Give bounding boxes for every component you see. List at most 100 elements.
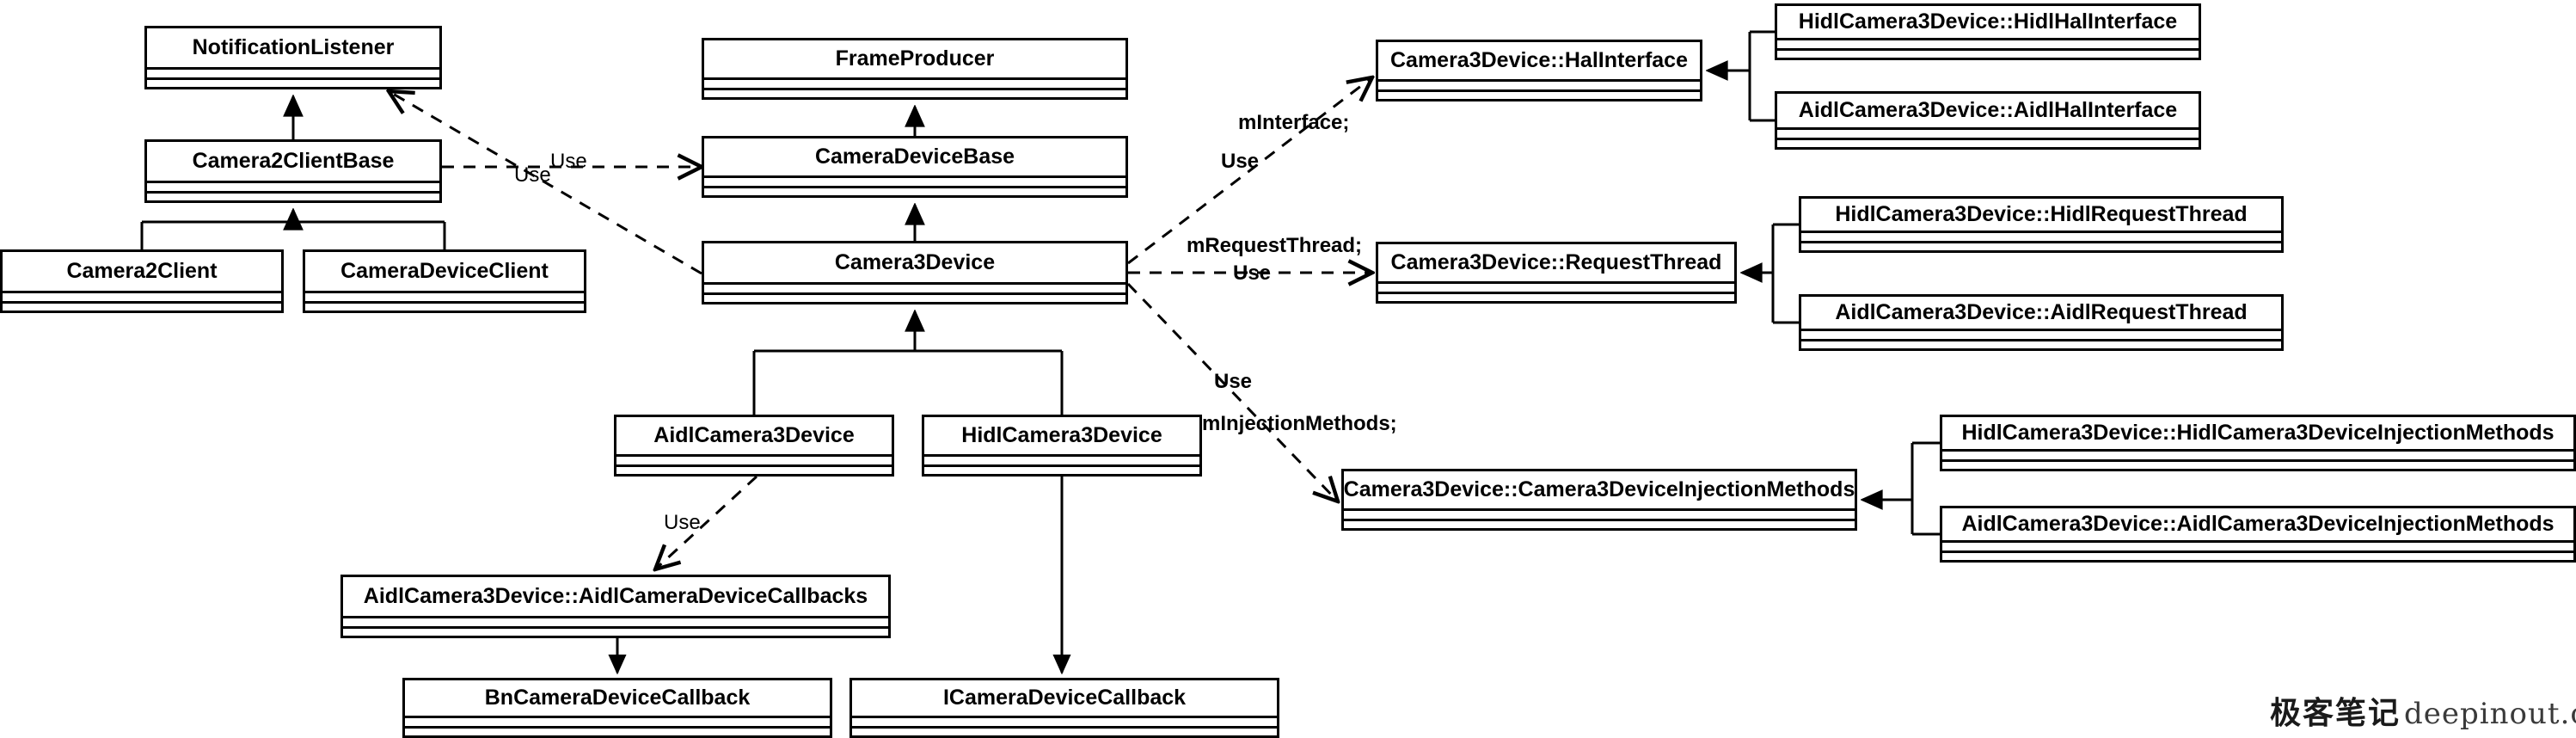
attributes-compartment (616, 454, 892, 464)
attributes-compartment (343, 616, 888, 626)
edge-injectionmethods-subclasses (1862, 441, 1940, 536)
operations-compartment (1942, 550, 2573, 560)
class-node-hidl-camera3-device[interactable]: HidlCamera3Device (922, 415, 1202, 477)
attributes-compartment (1344, 508, 1855, 519)
edge-label-use-hal-interface: Use (1221, 150, 1260, 173)
operations-compartment (616, 464, 892, 474)
edge-requestthread-subclasses (1742, 223, 1799, 324)
class-title: Camera3Device (834, 249, 996, 274)
class-node-bn-camera-device-callback[interactable]: BnCameraDeviceCallback (402, 678, 832, 738)
attributes-compartment (924, 454, 1199, 464)
edge-label-use-injection-methods: Use (1214, 370, 1253, 393)
operations-compartment (704, 186, 1125, 195)
edge-label-use-aidl-callbacks: Use (664, 511, 701, 534)
attributes-compartment (1378, 281, 1734, 292)
operations-compartment (1777, 48, 2199, 58)
class-node-aidl-request-thread[interactable]: AidlCamera3Device::AidlRequestThread (1799, 294, 2284, 351)
class-node-hidl-hal-interface[interactable]: HidlCamera3Device::HidlHalInterface (1775, 3, 2201, 60)
edge-label-m-interface: mInterface; (1238, 111, 1350, 134)
operations-compartment (1801, 241, 2281, 250)
class-title: HidlCamera3Device::HidlCamera3DeviceInje… (1961, 420, 2555, 445)
class-node-camera2-client[interactable]: Camera2Client (0, 249, 284, 313)
class-title: CameraDeviceClient (340, 258, 549, 283)
class-title: HidlCamera3Device (961, 422, 1162, 447)
class-node-aidl-camera3-device-injection-methods[interactable]: AidlCamera3Device::AidlCamera3DeviceInje… (1940, 506, 2576, 563)
class-node-aidl-camera-device-callbacks[interactable]: AidlCamera3Device::AidlCameraDeviceCallb… (340, 575, 891, 638)
attributes-compartment (1777, 127, 2199, 138)
class-title: ICameraDeviceCallback (942, 685, 1187, 710)
edge-label-m-injection-methods: mInjectionMethods; (1202, 412, 1397, 435)
class-title: AidlCamera3Device::AidlCameraDeviceCallb… (363, 583, 868, 608)
operations-compartment (1344, 519, 1855, 528)
class-node-camera-device-client[interactable]: CameraDeviceClient (303, 249, 586, 313)
class-title: AidlCamera3Device::AidlRequestThread (1835, 299, 2248, 324)
edge-label-use-request-thread: Use (1233, 261, 1272, 285)
watermark: 极客笔记 deepinout.com (2270, 688, 2576, 733)
edge-label-use-camera2clientbase-cameradevicebase: Use (550, 150, 587, 173)
operations-compartment (405, 726, 830, 735)
operations-compartment (305, 301, 584, 311)
class-node-camera2-client-base[interactable]: Camera2ClientBase (144, 139, 442, 203)
attributes-compartment (704, 282, 1125, 292)
attributes-compartment (704, 175, 1125, 186)
operations-compartment (1378, 89, 1700, 99)
operations-compartment (1801, 339, 2281, 348)
attributes-compartment (305, 291, 584, 301)
edge-camera3device-subclasses (752, 311, 1064, 415)
operations-compartment (1942, 459, 2573, 469)
operations-compartment (704, 88, 1125, 97)
attributes-compartment (1942, 449, 2573, 459)
class-title: Camera3Device::Camera3DeviceInjectionMet… (1343, 477, 1855, 501)
operations-compartment (343, 626, 888, 636)
operations-compartment (147, 191, 439, 200)
class-node-frame-producer[interactable]: FrameProducer (702, 38, 1128, 100)
edge-label-use-camera3device-notificationlistener: Use (514, 163, 551, 187)
class-node-camera3-device-injection-methods[interactable]: Camera3Device::Camera3DeviceInjectionMet… (1341, 469, 1857, 531)
operations-compartment (924, 464, 1199, 474)
class-title: CameraDeviceBase (814, 144, 1015, 169)
attributes-compartment (1801, 329, 2281, 339)
edge-halinterface-subclasses (1708, 30, 1775, 122)
class-title: FrameProducer (835, 46, 995, 71)
class-node-aidl-camera3-device[interactable]: AidlCamera3Device (614, 415, 894, 477)
class-title: Camera3Device::HalInterface (1389, 47, 1688, 72)
attributes-compartment (1378, 79, 1700, 89)
attributes-compartment (852, 716, 1277, 726)
class-node-notification-listener[interactable]: NotificationListener (144, 26, 442, 89)
class-title: Camera2ClientBase (192, 148, 395, 173)
operations-compartment (1777, 138, 2199, 147)
class-node-aidl-hal-interface[interactable]: AidlCamera3Device::AidlHalInterface (1775, 91, 2201, 150)
class-node-hidl-camera3-device-injection-methods[interactable]: HidlCamera3Device::HidlCamera3DeviceInje… (1940, 415, 2576, 471)
class-node-camera3-device[interactable]: Camera3Device (702, 241, 1128, 304)
class-title: NotificationListener (192, 34, 395, 59)
class-node-hidl-request-thread[interactable]: HidlCamera3Device::HidlRequestThread (1799, 196, 2284, 253)
class-node-i-camera-device-callback[interactable]: ICameraDeviceCallback (849, 678, 1279, 738)
class-title: HidlCamera3Device::HidlRequestThread (1835, 201, 2248, 226)
watermark-cjk-text: 极客笔记 (2270, 696, 2401, 731)
operations-compartment (704, 292, 1125, 302)
operations-compartment (852, 726, 1277, 735)
class-title: AidlCamera3Device::AidlCamera3DeviceInje… (1961, 511, 2555, 536)
class-title: AidlCamera3Device::AidlHalInterface (1798, 97, 2178, 122)
operations-compartment (147, 77, 439, 87)
edge-label-m-request-thread: mRequestThread; (1187, 234, 1363, 257)
class-title: HidlCamera3Device::HidlHalInterface (1798, 9, 2178, 34)
attributes-compartment (147, 67, 439, 77)
attributes-compartment (1942, 540, 2573, 550)
attributes-compartment (704, 77, 1125, 88)
class-node-camera-device-base[interactable]: CameraDeviceBase (702, 136, 1128, 198)
operations-compartment (1378, 292, 1734, 301)
class-title: AidlCamera3Device (653, 422, 855, 447)
class-node-request-thread[interactable]: Camera3Device::RequestThread (1376, 242, 1737, 304)
attributes-compartment (1777, 38, 2199, 48)
class-title: Camera3Device::RequestThread (1390, 249, 1722, 274)
attributes-compartment (1801, 231, 2281, 241)
attributes-compartment (405, 716, 830, 726)
attributes-compartment (3, 291, 281, 301)
class-title: Camera2Client (66, 258, 218, 283)
edge-camera2client-extends-camera2clientbase (140, 210, 446, 249)
class-title: BnCameraDeviceCallback (484, 685, 751, 710)
operations-compartment (3, 301, 281, 311)
class-node-hal-interface[interactable]: Camera3Device::HalInterface (1376, 40, 1702, 101)
attributes-compartment (147, 181, 439, 191)
